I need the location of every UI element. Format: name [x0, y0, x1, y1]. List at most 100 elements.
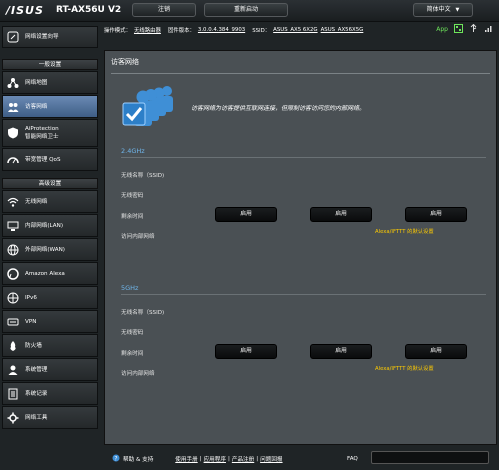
row-ssid-label: 无线名称（SSID) [121, 173, 165, 179]
firewall-icon [6, 339, 20, 353]
ssid-2g-link[interactable]: ASUS_AX5 6X2G [273, 27, 317, 33]
sidebar-item-lan[interactable]: 内部网络(LAN) [2, 214, 98, 237]
band-2g-divider [121, 157, 486, 158]
help-icon: ? [112, 454, 120, 464]
svg-text:?: ? [114, 455, 117, 462]
sidebar-item-label: 系统管理 [25, 366, 48, 373]
sidebar-item-quick-setup[interactable]: 网络设置向导 [2, 26, 98, 48]
register-link[interactable]: 产品注册 [232, 455, 254, 463]
title-divider [111, 73, 490, 74]
feedback-link[interactable]: 问题回报 [260, 455, 282, 463]
vpn-icon [6, 315, 20, 329]
enable-button-2g-2[interactable]: 启用 [310, 207, 372, 222]
alexa-icon [6, 267, 20, 281]
sidebar-item-label: IPv6 [25, 294, 37, 301]
band-5g-divider [121, 294, 486, 295]
admin-icon [6, 363, 20, 377]
sidebar-item-label: 网络地图 [25, 79, 48, 86]
asus-logo: /ISUS [6, 4, 44, 17]
footer-separator: | [227, 456, 230, 462]
help-support-label: 帮助 & 支持 [123, 457, 154, 463]
lan-icon [6, 219, 20, 233]
aiprotection-sublabel: 智能网络卫士 [25, 134, 59, 140]
guest-network-icon [6, 100, 20, 114]
tools-icon [6, 411, 20, 425]
sidebar-item-administration[interactable]: 系统管理 [2, 358, 98, 381]
network-map-icon [6, 76, 20, 90]
sidebar-item-label: 无线网络 [25, 198, 48, 205]
language-label: 简体中文 [426, 6, 451, 13]
firmware-label: 固件版本： [167, 28, 195, 34]
sidebar-item-label: 带宽管理 QoS [25, 156, 61, 163]
sidebar-item-label: VPN [25, 318, 37, 325]
band-2g-label: 2.4GHz [121, 147, 145, 155]
logout-button[interactable]: 注销 [132, 3, 196, 17]
ssid-5g-link[interactable]: ASUS_AX56X5G [321, 27, 364, 33]
network-status-icon[interactable] [484, 24, 493, 35]
sidebar-item-label: 系统记录 [25, 390, 48, 397]
alexa-default-note-2g: Alexa/IFTTT 的默认设置 [375, 229, 434, 235]
page-title: 访客网络 [111, 58, 139, 66]
sidebar-item-label: 内部网络(LAN) [25, 222, 63, 229]
aiprotection-label: AiProtection [25, 126, 59, 132]
usb-icon[interactable] [469, 23, 478, 35]
guest-network-illustration-icon [121, 81, 187, 131]
log-icon [6, 387, 20, 401]
sidebar-item-aiprotection[interactable]: AiProtection 智能网络卫士 [2, 119, 98, 147]
sidebar-item-label: AiProtection 智能网络卫士 [25, 125, 59, 141]
sidebar-item-label: 外部网络(WAN) [25, 246, 65, 253]
row-time-remaining-label: 剩余时间 [121, 351, 144, 357]
sidebar-item-alexa[interactable]: Amazon Alexa [2, 262, 98, 285]
speedometer-icon [6, 153, 20, 167]
wizard-icon [6, 30, 20, 44]
sidebar-item-wireless[interactable]: 无线网络 [2, 190, 98, 213]
sidebar-item-firewall[interactable]: 防火墙 [2, 334, 98, 357]
guest-network-panel: 访客网络 访客网络为访客提供互联网连接，但限制访客访问您的内部网络。 2.4GH… [104, 50, 497, 445]
firmware-link[interactable]: 3.0.0.4.384_9903 [198, 27, 245, 33]
ssid-label: SSID： [252, 28, 271, 34]
utility-link[interactable]: 应用程序 [204, 455, 226, 463]
sidebar-item-label: 防火墙 [25, 342, 42, 349]
op-mode-link[interactable]: 无线路由器 [134, 26, 161, 34]
faq-search-input[interactable] [371, 451, 489, 464]
row-time-remaining-label: 剩余时间 [121, 214, 144, 220]
sidebar-item-qos[interactable]: 带宽管理 QoS [2, 148, 98, 171]
router-model: RT-AX56U V2 [56, 5, 122, 15]
status-icons: App [436, 23, 493, 35]
row-password-label: 无线密码 [121, 330, 144, 336]
enable-button-2g-1[interactable]: 启用 [215, 207, 277, 222]
sidebar-item-vpn[interactable]: VPN [2, 310, 98, 333]
general-settings-header: 一般设置 [2, 59, 98, 70]
sidebar-item-ipv6[interactable]: IPv6 [2, 286, 98, 309]
language-select[interactable]: 简体中文 ▼ [413, 3, 473, 17]
chevron-down-icon: ▼ [455, 7, 460, 13]
top-header: /ISUS RT-AX56U V2 注销 重新启动 简体中文 ▼ [0, 0, 499, 22]
sidebar-item-label: 访客网络 [25, 103, 48, 110]
footer-separator: | [199, 456, 202, 462]
shield-icon [6, 126, 20, 140]
wifi-icon [6, 195, 20, 209]
row-intranet-access-label: 访问内部网络 [121, 234, 155, 240]
sidebar-item-label: 网络设置向导 [25, 34, 59, 40]
enable-button-5g-1[interactable]: 启用 [215, 344, 277, 359]
app-link[interactable]: App [436, 26, 448, 33]
sidebar-item-wan[interactable]: 外部网络(WAN) [2, 238, 98, 261]
sidebar-item-system-log[interactable]: 系统记录 [2, 382, 98, 405]
sidebar-item-network-tools[interactable]: 网络工具 [2, 406, 98, 429]
row-ssid-label: 无线名称（SSID) [121, 310, 165, 316]
advanced-settings-header: 高级设置 [2, 178, 98, 189]
row-password-label: 无线密码 [121, 193, 144, 199]
alexa-default-note-5g: Alexa/IFTTT 的默认设置 [375, 366, 434, 372]
sidebar-item-guest-network[interactable]: 访客网络 [2, 95, 98, 118]
sidebar-item-network-map[interactable]: 网络地图 [2, 71, 98, 94]
enable-button-5g-3[interactable]: 启用 [405, 344, 467, 359]
sidebar-item-label: Amazon Alexa [25, 270, 65, 277]
app-qr-icon[interactable] [454, 24, 463, 35]
enable-button-2g-3[interactable]: 启用 [405, 207, 467, 222]
ipv6-globe-icon [6, 291, 20, 305]
manual-link[interactable]: 使用手册 [175, 455, 197, 463]
enable-button-5g-2[interactable]: 启用 [310, 344, 372, 359]
faq-label: FAQ [347, 456, 358, 462]
reboot-button[interactable]: 重新启动 [204, 3, 288, 17]
band-5g-label: 5GHz [121, 284, 139, 292]
